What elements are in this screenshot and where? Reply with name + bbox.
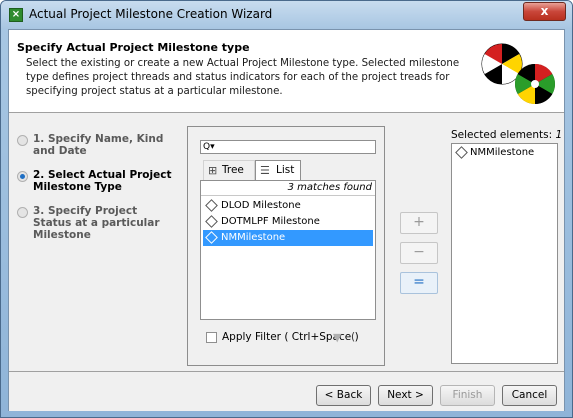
milestone-wheels-icon	[481, 43, 555, 104]
add-button[interactable]: +	[400, 212, 438, 234]
step-2-label: 2. Select Actual Project Milestone Type	[33, 169, 172, 193]
apply-filter-checkbox[interactable]	[206, 332, 217, 343]
wizard-content: Specify Actual Project Milestone type Se…	[8, 29, 565, 411]
step-2-radio[interactable]	[17, 171, 28, 182]
wizard-header: Specify Actual Project Milestone type Se…	[9, 30, 564, 113]
tree-icon: ⊞	[208, 164, 218, 177]
filter-icon[interactable]: ▼	[333, 331, 341, 344]
wizard-steps: 1. Specify Name, Kind and Date 2. Select…	[9, 121, 179, 371]
step-1-radio[interactable]	[17, 135, 28, 146]
divider	[201, 195, 375, 196]
list-item-label: NMMilestone	[221, 232, 286, 243]
search-input[interactable]: Q▾	[200, 140, 376, 154]
selected-elements-panel: Selected elements: 1 NMMilestone	[451, 126, 562, 366]
selected-label-text: Selected elements:	[451, 129, 556, 141]
close-button[interactable]: x	[523, 2, 566, 21]
wizard-body: 1. Specify Name, Kind and Date 2. Select…	[9, 113, 564, 371]
tab-list-label: List	[276, 164, 295, 176]
cancel-button[interactable]: Cancel	[502, 385, 557, 406]
selected-count: 1	[555, 129, 563, 141]
milestone-icon	[205, 231, 218, 244]
title-bar[interactable]: ⨯ Actual Project Milestone Creation Wiza…	[1, 1, 572, 29]
list-item-label: DOTMLPF Milestone	[221, 216, 320, 227]
search-icon[interactable]: Q▾	[203, 142, 215, 152]
step-1-label: 1. Specify Name, Kind and Date	[33, 133, 164, 157]
list-icon: ☰	[260, 164, 270, 177]
wizard-footer: < Back Next > Finish Cancel	[9, 371, 564, 411]
tab-list[interactable]: ☰ List	[255, 160, 301, 180]
step-3-radio[interactable]	[17, 207, 28, 218]
selected-item[interactable]: NMMilestone	[454, 146, 534, 160]
next-button[interactable]: Next >	[378, 385, 433, 406]
page-title: Specify Actual Project Milestone type	[17, 41, 250, 54]
match-count: 3 matches found	[287, 182, 372, 193]
page-description: Select the existing or create a new Actu…	[26, 58, 460, 97]
remove-all-button[interactable]: =	[400, 272, 438, 294]
view-tabs: ⊞ Tree ☰ List	[200, 160, 378, 180]
step-3-label: 3. Specify Project Status at a particula…	[33, 205, 160, 241]
selected-elements-list: NMMilestone	[451, 143, 558, 364]
back-button[interactable]: < Back	[316, 385, 371, 406]
filter-extra: (	[351, 331, 356, 343]
tab-tree-label: Tree	[222, 164, 244, 176]
list-item-label: DLOD Milestone	[221, 200, 301, 211]
selected-item-label: NMMilestone	[470, 147, 535, 158]
milestone-icon	[455, 146, 468, 159]
list-item-selected[interactable]: NMMilestone	[203, 230, 373, 246]
remove-button[interactable]: −	[400, 242, 438, 264]
wizard-window: ⨯ Actual Project Milestone Creation Wiza…	[0, 0, 573, 418]
milestone-icon	[205, 199, 218, 212]
tab-tree[interactable]: ⊞ Tree	[203, 160, 255, 180]
app-icon: ⨯	[9, 8, 23, 22]
list-item[interactable]: DLOD Milestone	[203, 198, 373, 214]
transfer-controls: + − =	[393, 126, 443, 366]
selected-elements-label: Selected elements: 1	[451, 129, 562, 141]
finish-button[interactable]: Finish	[440, 385, 495, 406]
element-selection-panel: Q▾ ⊞ Tree ☰ List 3 matches found DLOD Mi…	[187, 126, 385, 366]
element-list: 3 matches found DLOD Milestone DOTMLPF M…	[200, 180, 376, 320]
milestone-icon	[205, 215, 218, 228]
list-item[interactable]: DOTMLPF Milestone	[203, 214, 373, 230]
window-title: Actual Project Milestone Creation Wizard	[29, 7, 273, 21]
